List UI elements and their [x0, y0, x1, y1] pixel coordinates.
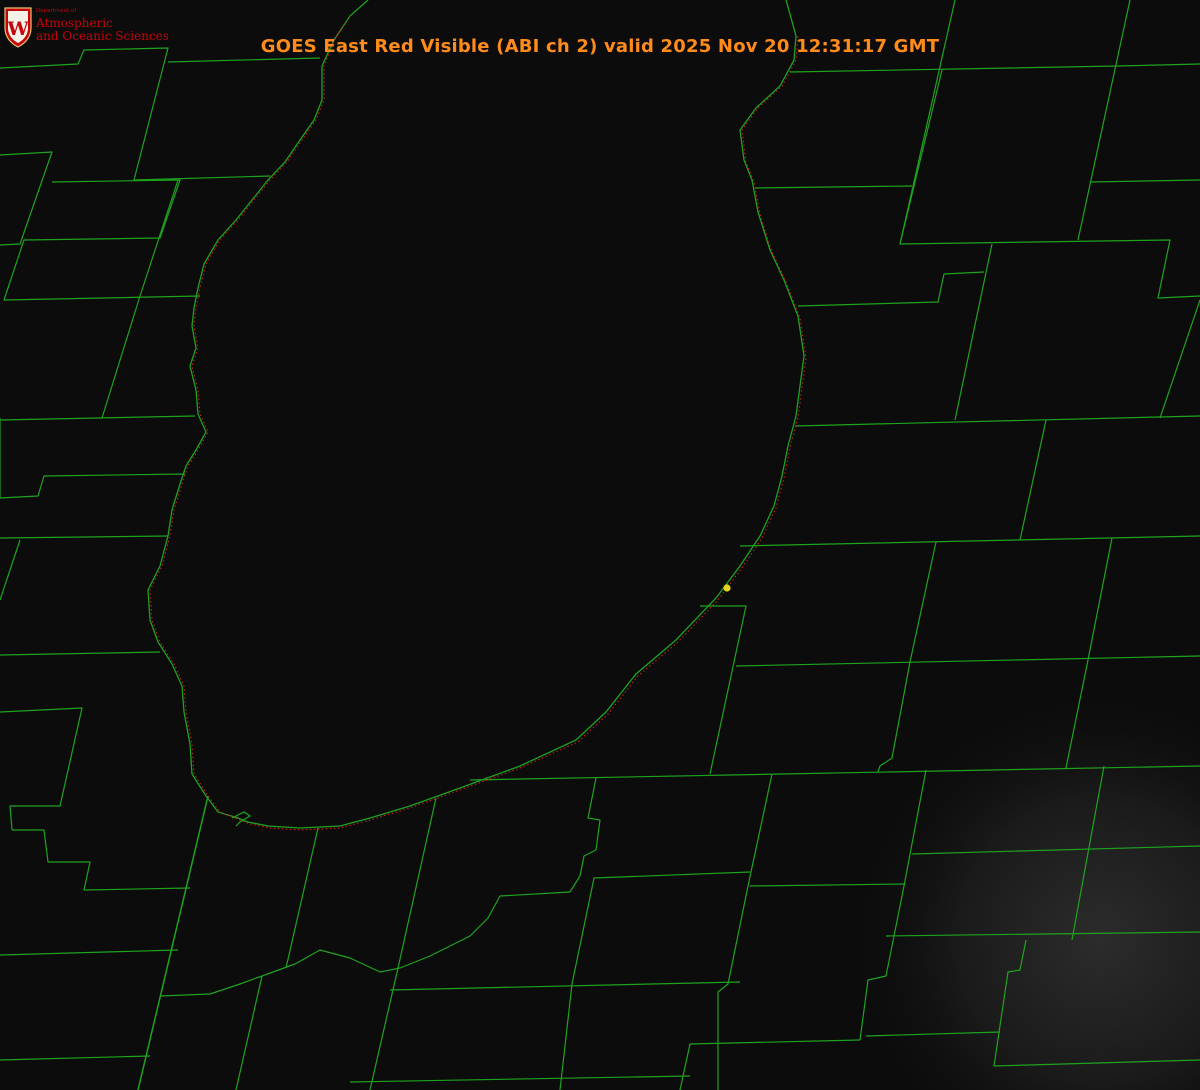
logo-department-text: Department of: [36, 8, 77, 14]
satellite-map: GOES East Red Visible (ABI ch 2) valid 2…: [0, 0, 1200, 1090]
county-line: [679, 1043, 691, 1090]
map-title: GOES East Red Visible (ABI ch 2) valid 2…: [260, 36, 940, 57]
county-line: [797, 271, 985, 307]
county-line: [167, 57, 321, 63]
county-line: [285, 827, 319, 969]
county-line: [1089, 179, 1200, 183]
county-line: [0, 415, 196, 421]
county-line: [0, 473, 186, 499]
logo-line-2: and Oceanic Sciences: [36, 29, 169, 43]
county-line: [0, 949, 179, 956]
county-line: [3, 179, 201, 301]
county-line: [369, 967, 399, 1090]
county-line: [389, 981, 741, 991]
county-line: [909, 541, 937, 663]
county-line: [717, 885, 749, 1090]
county-line: [159, 975, 263, 997]
county-line: [739, 535, 1200, 547]
county-line: [397, 797, 437, 969]
county-line: [349, 1075, 691, 1083]
aos-logo: W Department of Atmospheric and Oceanic …: [2, 4, 169, 50]
state-line: [137, 795, 209, 1090]
county-line: [569, 777, 601, 893]
county-line: [0, 651, 161, 656]
county-line: [0, 1055, 151, 1061]
county-line: [235, 975, 263, 1090]
county-line: [0, 707, 83, 831]
county-line: [1159, 299, 1200, 419]
state-line: [0, 535, 169, 539]
county-line: [12, 829, 191, 891]
logo-line-1: Atmospheric: [36, 16, 113, 30]
county-line: [0, 47, 271, 181]
county-line: [261, 891, 571, 977]
uw-crest-icon: W: [4, 7, 32, 48]
lake-michigan-shoreline: [147, 0, 805, 829]
map-canvas: [0, 0, 1200, 1090]
county-line: [101, 179, 179, 419]
county-line: [0, 539, 21, 601]
cloud-brightening: [820, 700, 1200, 1090]
county-line: [747, 773, 773, 887]
county-line: [1087, 537, 1113, 661]
county-line: [899, 69, 943, 245]
county-line: [0, 151, 53, 246]
svg-text:W: W: [6, 18, 29, 40]
county-line: [593, 871, 751, 879]
county-line: [789, 63, 1200, 73]
county-line: [735, 655, 1200, 667]
county-line: [1019, 419, 1047, 541]
shoreline-dotted-overlay: [149, 15, 807, 831]
county-line: [700, 605, 747, 775]
location-marker: [723, 584, 731, 592]
county-line: [559, 877, 595, 1090]
county-line: [954, 243, 993, 421]
county-line: [754, 185, 913, 189]
county-line: [794, 415, 1200, 427]
